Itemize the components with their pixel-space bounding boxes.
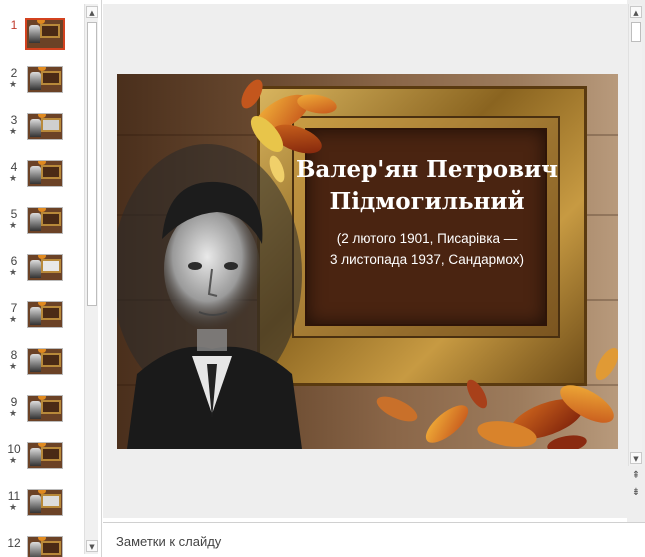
- slide-thumbnail-6[interactable]: 6 ★: [0, 254, 84, 294]
- slide-thumbnail-image: [27, 113, 63, 140]
- slide-scrollbar[interactable]: ▲ ▼: [628, 4, 642, 466]
- current-slide[interactable]: Валер'ян Петрович Підмогильний (2 лютого…: [117, 74, 618, 449]
- slide-thumbnail-image: [27, 348, 63, 375]
- animation-star-icon: ★: [9, 409, 18, 419]
- notes-placeholder: Заметки к слайду: [116, 534, 222, 549]
- animation-star-icon: ★: [9, 80, 18, 90]
- previous-slide-icon[interactable]: ⇞: [629, 469, 643, 483]
- slide-thumbnail-image: [27, 442, 63, 469]
- slide-thumbnail-10[interactable]: 10 ★: [0, 442, 84, 482]
- slide-thumbnail-image: [27, 536, 63, 557]
- slide-thumbnail-image: [27, 254, 63, 281]
- slide-number: 9: [10, 395, 18, 409]
- animation-star-icon: ★: [9, 503, 18, 513]
- scroll-up-icon[interactable]: ▲: [630, 6, 642, 18]
- slide-number: 4: [10, 160, 18, 174]
- slide-thumbnail-3[interactable]: 3 ★: [0, 113, 84, 153]
- scroll-thumb[interactable]: [87, 22, 97, 306]
- slide-thumbnail-7[interactable]: 7 ★: [0, 301, 84, 341]
- animation-star-icon: ★: [9, 315, 18, 325]
- slide-thumbnail-image: [27, 207, 63, 234]
- slide-thumbnail-11[interactable]: 11 ★: [0, 489, 84, 529]
- thumbnail-scrollbar[interactable]: ▲ ▼: [84, 4, 98, 554]
- slide-thumbnail-9[interactable]: 9 ★: [0, 395, 84, 435]
- animation-star-icon: ★: [9, 127, 18, 137]
- slide-thumbnail-pane: 1 2 ★ 3 ★ 4 ★ 5 ★ 6 ★ 7 ★ 8 ★ 9 ★ 10 ★ 1…: [0, 0, 102, 557]
- slide-title[interactable]: Валер'ян Петрович Підмогильний: [293, 154, 561, 218]
- portrait-photo: [117, 144, 302, 449]
- slide-thumbnail-5[interactable]: 5 ★: [0, 207, 84, 247]
- slide-number: 1: [10, 18, 18, 32]
- slide-number: 5: [10, 207, 18, 221]
- scroll-down-icon[interactable]: ▼: [630, 452, 642, 464]
- animation-star-icon: ★: [9, 268, 18, 278]
- slide-subtitle-line2: 3 листопада 1937, Сандармох): [329, 252, 525, 267]
- notes-pane[interactable]: Заметки к слайду: [103, 522, 645, 557]
- slide-thumbnail-image: [27, 489, 63, 516]
- slide-title-line1: Валер'ян Петрович: [295, 156, 559, 183]
- slide-thumbnail-image: [27, 160, 63, 187]
- autumn-leaves-bottom: [376, 347, 618, 449]
- slide-number: 3: [10, 113, 18, 127]
- slide-thumbnail-image: [27, 66, 63, 93]
- slide-title-line2: Підмогильний: [329, 188, 525, 215]
- slide-number: 6: [10, 254, 18, 268]
- scroll-up-icon[interactable]: ▲: [86, 6, 98, 18]
- slide-subtitle-line1: (2 лютого 1901, Писарівка —: [336, 231, 518, 246]
- slide-number: 10: [7, 442, 21, 456]
- slide-thumbnail-12[interactable]: 12: [0, 536, 84, 557]
- next-slide-icon[interactable]: ⇟: [629, 486, 643, 500]
- animation-star-icon: ★: [9, 174, 18, 184]
- slide-thumbnail-2[interactable]: 2 ★: [0, 66, 84, 106]
- slide-thumbnail-image: [27, 301, 63, 328]
- slide-thumbnail-1[interactable]: 1: [0, 18, 84, 58]
- slide-number: 2: [10, 66, 18, 80]
- animation-star-icon: ★: [9, 362, 18, 372]
- slide-number: 8: [10, 348, 18, 362]
- animation-star-icon: ★: [9, 221, 18, 231]
- slide-thumbnail-image: [25, 18, 65, 50]
- slide-thumbnail-8[interactable]: 8 ★: [0, 348, 84, 388]
- slide-number: 7: [10, 301, 18, 315]
- slide-thumbnail-image: [27, 395, 63, 422]
- scroll-down-icon[interactable]: ▼: [86, 540, 98, 552]
- slide-number: 11: [7, 489, 21, 503]
- slide-number: 12: [7, 536, 21, 550]
- slide-thumbnail-4[interactable]: 4 ★: [0, 160, 84, 200]
- slide-editor-area: Валер'ян Петрович Підмогильний (2 лютого…: [103, 0, 645, 522]
- slide-subtitle[interactable]: (2 лютого 1901, Писарівка — 3 листопада …: [293, 228, 561, 270]
- animation-star-icon: ★: [9, 456, 18, 466]
- scroll-thumb[interactable]: [631, 22, 641, 42]
